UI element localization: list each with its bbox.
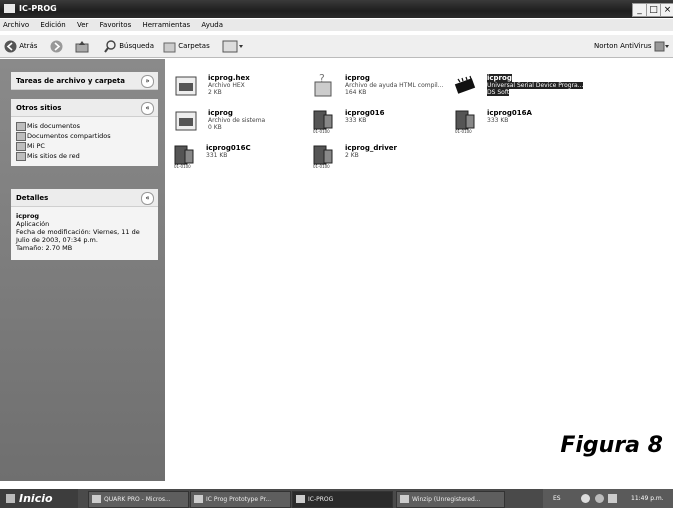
search-icon [104,39,116,53]
link-network-places[interactable]: Mis sitios de red [11,151,158,161]
link-my-computer[interactable]: Mi PC [11,141,158,151]
toolbar: Atrás Búsqueda Carpetas Norton AntiVirus [0,35,673,58]
taskbar-item[interactable]: Winzip (Unregistered... [396,491,505,508]
window-title: IC-PROG [19,4,57,13]
details-modified: Fecha de modificación: Viernes, 11 de Ju… [16,228,140,244]
tasks-panel-header[interactable]: Tareas de archivo y carpeta » [11,72,158,90]
file-item[interactable]: 01-0100 icprog016A 333 KB [453,107,583,141]
file-item[interactable]: icprog.hex Archivo HEX 2 KB [174,72,304,106]
volume-icon[interactable] [608,494,617,503]
back-arrow-icon [4,40,17,52]
library-file-icon: 01-0100 [174,145,194,168]
taskbar-item[interactable]: QUARK PRO - Micros... [88,491,189,508]
tray-icon[interactable] [581,494,590,503]
link-shared-documents[interactable]: Documentos compartidos [11,131,158,141]
language-indicator[interactable]: ES [553,489,561,508]
minimize-button[interactable]: _ [632,3,647,17]
file-item[interactable]: icprog Archivo de sistema 0 KB [174,107,304,141]
app-icon [92,495,101,503]
tray-icon[interactable] [595,494,604,503]
folders-label: Carpetas [178,42,210,50]
taskbar: Inicio QUARK PRO - Micros... IC Prog Pro… [0,489,673,508]
details-size: Tamaño: 2.70 MB [16,244,73,252]
task-pane: Tareas de archivo y carpeta » Otros siti… [0,59,165,481]
file-item-selected[interactable]: icprog Universal Serial Device Progra...… [453,72,598,106]
menu-bar: Archivo Edición Ver Favoritos Herramient… [0,19,673,31]
details-panel: Detalles « icprog Aplicación Fecha de mo… [11,189,158,260]
tasks-panel-title: Tareas de archivo y carpeta [16,77,125,85]
figure-caption: Figura 8 [560,433,663,458]
other-places-title: Otros sitios [16,104,62,112]
file-item[interactable]: 01-0100 icprog016C 331 KB [172,142,302,176]
norton-icon [654,41,669,51]
views-button[interactable] [222,39,244,53]
library-file-icon: 01-0100 [455,110,475,133]
other-places-panel: Otros sitios « Mis documentos Documentos… [11,99,158,166]
expand-chevron-icon[interactable]: » [141,75,154,88]
menu-ver[interactable]: Ver [77,21,88,29]
norton-button[interactable]: Norton AntiVirus [594,39,670,53]
network-icon [16,152,26,161]
views-icon [222,40,243,52]
search-button[interactable]: Búsqueda [104,39,154,53]
folder-icon [16,132,26,141]
details-title: Detalles [16,194,49,202]
forward-button[interactable] [50,39,63,53]
svg-text:01-0100: 01-0100 [313,164,330,168]
windows-flag-icon [6,494,15,503]
svg-text:01-0100: 01-0100 [455,129,472,133]
collapse-chevron-icon[interactable]: « [141,192,154,205]
maximize-button[interactable]: □ [646,3,661,17]
up-folder-icon [75,40,89,52]
system-file-icon [175,111,197,131]
computer-icon [16,142,26,151]
details-name: icprog [16,212,40,220]
details-header[interactable]: Detalles « [11,189,158,207]
menu-herramientas[interactable]: Herramientas [142,21,190,29]
collapse-chevron-icon[interactable]: « [141,102,154,115]
window-titlebar[interactable]: IC-PROG _ □ × [0,0,673,18]
library-file-icon: 01-0100 [313,110,333,133]
system-tray: ES 11:49 p.m. [543,489,673,508]
folder-icon [296,495,305,503]
help-file-icon: ? [314,74,332,97]
folders-icon [163,42,176,52]
details-type: Aplicación [16,220,50,228]
up-folder-button[interactable] [75,39,89,53]
menu-ayuda[interactable]: Ayuda [201,21,223,29]
file-list: icprog.hex Archivo HEX 2 KB ? icprog Arc… [166,59,673,481]
back-label: Atrás [19,42,38,50]
svg-text:01-0100: 01-0100 [174,164,191,168]
search-label: Búsqueda [119,42,155,50]
app-icon [194,495,203,503]
norton-label: Norton AntiVirus [594,42,652,50]
folder-icon [16,122,26,131]
file-item[interactable]: 01-0100 icprog_driver 2 KB [311,142,441,176]
link-my-documents[interactable]: Mis documentos [11,121,158,131]
taskbar-item[interactable]: IC Prog Prototype Pr... [190,491,291,508]
start-button[interactable]: Inicio [0,489,78,508]
back-button[interactable]: Atrás [4,39,37,53]
close-button[interactable]: × [660,3,673,17]
file-item[interactable]: 01-0100 icprog016 333 KB [311,107,441,141]
chip-icon [454,75,476,94]
folder-icon [4,4,15,13]
taskbar-item-active[interactable]: IC-PROG [292,491,393,508]
menu-favoritos[interactable]: Favoritos [100,21,132,29]
winzip-icon [400,495,409,503]
file-item[interactable]: ? icprog Archivo de ayuda HTML compil...… [311,72,456,106]
menu-archivo[interactable]: Archivo [3,21,29,29]
forward-arrow-icon [50,40,63,52]
svg-text:01-0100: 01-0100 [313,129,330,133]
tasks-panel: Tareas de archivo y carpeta » [11,72,158,90]
menu-edicion[interactable]: Edición [40,21,65,29]
folders-button[interactable]: Carpetas [163,39,210,53]
other-places-header[interactable]: Otros sitios « [11,99,158,117]
clock: 11:49 p.m. [631,495,664,502]
hex-file-icon [175,76,197,96]
library-file-icon: 01-0100 [313,145,333,168]
svg-text:?: ? [319,74,325,85]
